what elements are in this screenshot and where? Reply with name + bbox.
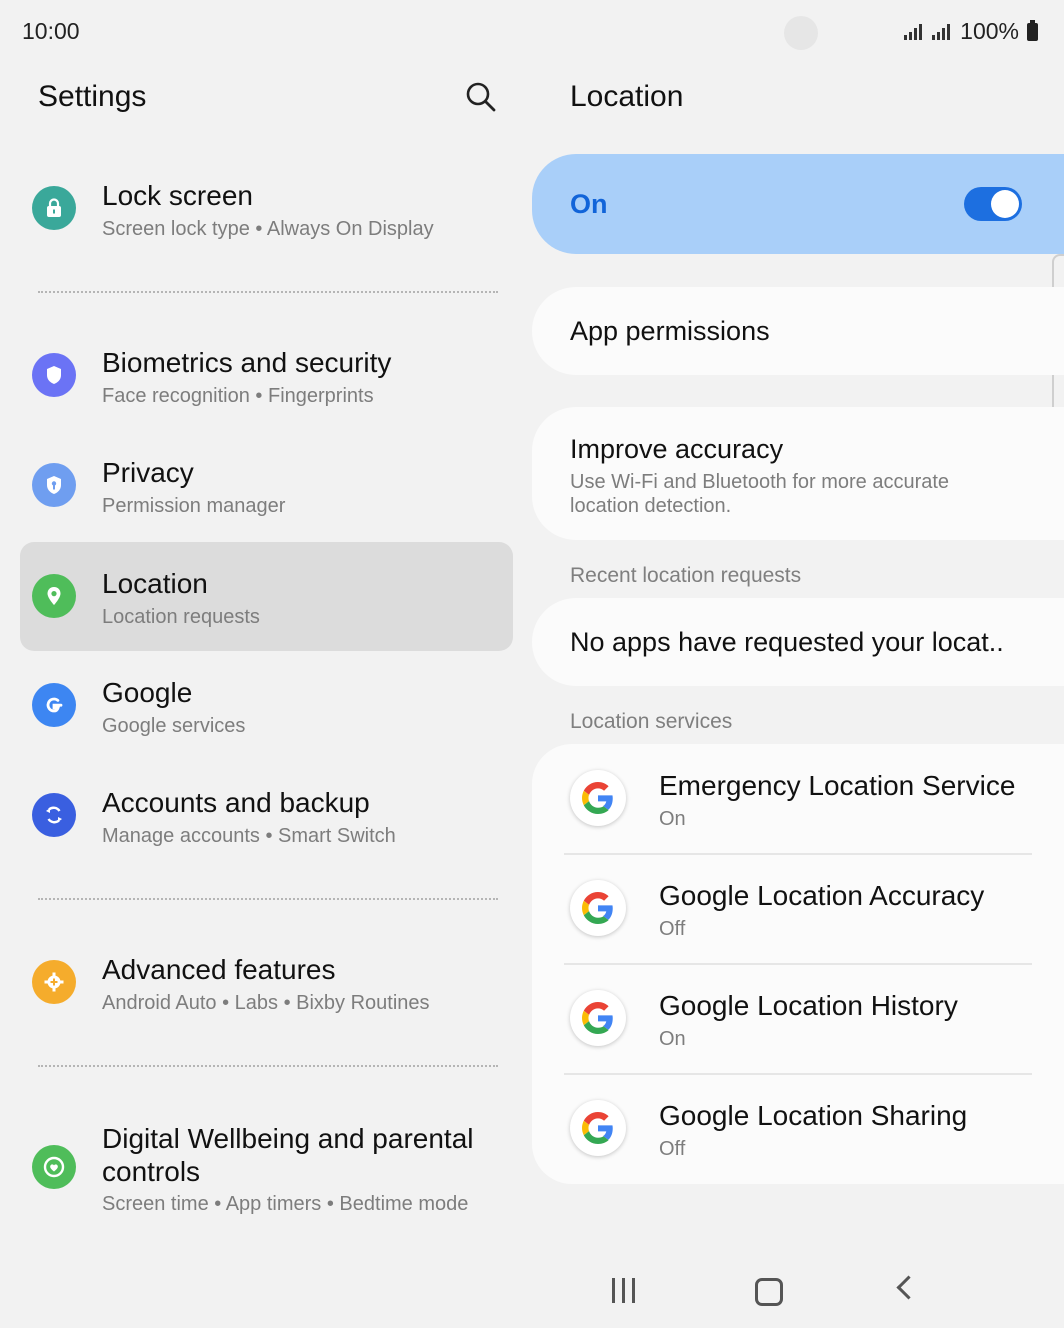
service-row-emergency[interactable]: Emergency Location Service On: [532, 744, 1064, 854]
item-title: Privacy: [102, 457, 194, 488]
item-subtitle: Screen lock type • Always On Display: [102, 218, 434, 240]
section-divider: [38, 898, 498, 900]
item-subtitle: Face recognition • Fingerprints: [102, 385, 374, 407]
location-services-header: Location services: [570, 710, 733, 733]
app-permissions-label: App permissions: [570, 316, 770, 346]
improve-accuracy-subtitle: Use Wi-Fi and Bluetooth for more accurat…: [570, 471, 950, 517]
signal-icon: [904, 23, 923, 40]
service-title: Google Location History: [659, 990, 958, 1021]
section-divider: [38, 291, 498, 293]
service-status: Off: [659, 918, 686, 940]
sync-icon: [32, 793, 76, 837]
item-subtitle: Google services: [102, 715, 246, 737]
recent-apps-icon[interactable]: [612, 1278, 635, 1303]
service-status: Off: [659, 1138, 686, 1160]
item-title: Accounts and backup: [102, 787, 370, 818]
battery-icon: [1027, 19, 1038, 41]
google-g-icon: [32, 683, 76, 727]
item-subtitle: Location requests: [102, 606, 260, 628]
battery-percent: 100%: [960, 18, 1019, 44]
settings-item-privacy[interactable]: Privacy Permission manager: [20, 435, 513, 543]
service-row-location-history[interactable]: Google Location History On: [532, 964, 1064, 1074]
signal-icon: [932, 23, 951, 40]
service-row-location-sharing[interactable]: Google Location Sharing Off: [532, 1074, 1064, 1184]
item-title-line2: controls: [102, 1156, 201, 1187]
item-title: Location: [102, 568, 208, 599]
detail-title: Location: [570, 80, 684, 113]
google-g-icon: [570, 1100, 626, 1156]
lock-icon: [32, 186, 76, 230]
back-icon[interactable]: [896, 1275, 921, 1300]
wellbeing-icon: [32, 1145, 76, 1189]
settings-item-location[interactable]: Location Location requests: [20, 542, 513, 651]
settings-item-google[interactable]: Google Google services: [20, 655, 513, 763]
section-divider: [38, 1065, 498, 1067]
item-subtitle: Screen time • App timers • Bedtime mode: [102, 1193, 469, 1215]
status-indicators: 100%: [904, 18, 1038, 45]
item-title-line1: Digital Wellbeing and parental: [102, 1123, 474, 1154]
item-subtitle: Android Auto • Labs • Bixby Routines: [102, 992, 430, 1014]
recent-requests-card: No apps have requested your locat..: [532, 598, 1064, 686]
search-icon: [466, 82, 496, 112]
item-subtitle: Manage accounts • Smart Switch: [102, 825, 396, 847]
settings-item-biometrics[interactable]: Biometrics and security Face recognition…: [20, 325, 513, 433]
settings-item-lock-screen[interactable]: Lock screen Screen lock type • Always On…: [20, 158, 513, 266]
recent-requests-header: Recent location requests: [570, 564, 802, 587]
item-title: Biometrics and security: [102, 347, 392, 378]
improve-accuracy-title: Improve accuracy: [570, 434, 784, 464]
service-title: Google Location Accuracy: [659, 880, 985, 911]
settings-item-digital-wellbeing[interactable]: Digital Wellbeing and parental controls S…: [20, 1100, 513, 1230]
item-title: Google: [102, 677, 193, 708]
location-toggle-switch[interactable]: [964, 187, 1022, 221]
location-master-toggle-row[interactable]: On: [532, 154, 1064, 254]
settings-item-advanced-features[interactable]: Advanced features Android Auto • Labs • …: [20, 932, 513, 1040]
toggle-knob: [991, 190, 1019, 218]
toggle-label: On: [570, 189, 608, 219]
service-status: On: [659, 808, 686, 830]
camera-cutout: [784, 16, 818, 50]
location-pin-icon: [32, 574, 76, 618]
item-title: Lock screen: [102, 180, 253, 211]
service-row-location-accuracy[interactable]: Google Location Accuracy Off: [532, 854, 1064, 964]
google-g-icon: [570, 990, 626, 1046]
item-subtitle: Permission manager: [102, 495, 286, 517]
privacy-shield-icon: [32, 463, 76, 507]
item-title: Digital Wellbeing and parental controls: [102, 1122, 474, 1188]
google-g-icon: [570, 770, 626, 826]
service-title: Google Location Sharing: [659, 1100, 968, 1131]
gear-plus-icon: [32, 960, 76, 1004]
improve-accuracy-row[interactable]: Improve accuracy Use Wi-Fi and Bluetooth…: [532, 407, 1064, 540]
home-icon[interactable]: [755, 1278, 783, 1306]
shield-icon: [32, 353, 76, 397]
service-title: Emergency Location Service: [659, 770, 1016, 801]
location-services-card: Emergency Location Service On Google Loc…: [532, 744, 1064, 1184]
item-title: Advanced features: [102, 954, 336, 985]
settings-item-accounts-backup[interactable]: Accounts and backup Manage accounts • Sm…: [20, 765, 513, 873]
service-status: On: [659, 1028, 686, 1050]
status-time: 10:00: [22, 18, 80, 44]
recent-requests-text: No apps have requested your locat..: [570, 627, 1004, 657]
search-button[interactable]: [462, 78, 500, 116]
google-g-icon: [570, 880, 626, 936]
page-title: Settings: [38, 80, 147, 113]
app-permissions-row[interactable]: App permissions: [532, 287, 1064, 375]
